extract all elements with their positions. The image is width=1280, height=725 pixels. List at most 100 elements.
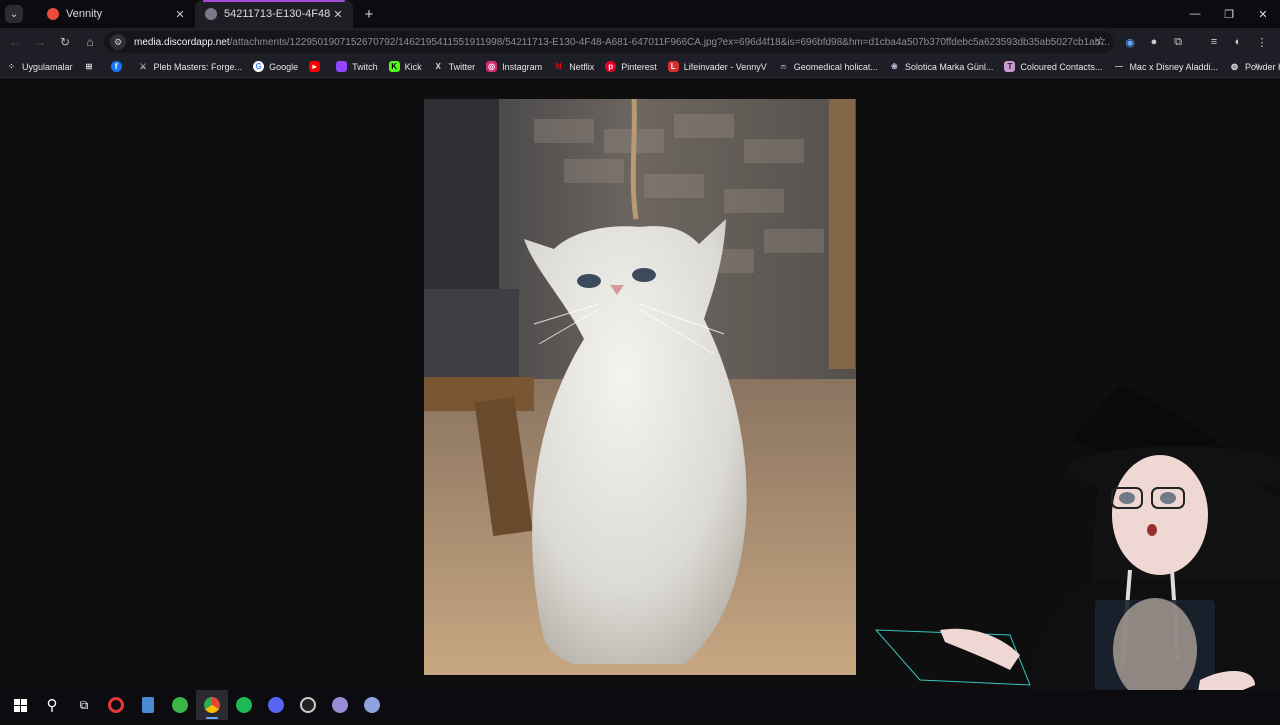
bookmark-pinterest[interactable]: p Pinterest bbox=[605, 61, 657, 72]
sword-icon: ⚔ bbox=[139, 62, 147, 71]
x-icon: X bbox=[435, 62, 441, 71]
twitch-icon bbox=[336, 61, 348, 72]
tab-strip: ⌄ Vennity ✕ 54211713-E130-4F48-A681-64 ✕… bbox=[0, 0, 1280, 28]
search-icon: ⚲ bbox=[46, 697, 58, 714]
minimize-button[interactable]: — bbox=[1178, 0, 1212, 28]
facebook-icon: f bbox=[110, 61, 122, 72]
bookmark-twitter[interactable]: X Twitter bbox=[433, 61, 475, 72]
google-icon: G bbox=[253, 61, 265, 72]
bookmark-youtube[interactable]: ▸ bbox=[309, 61, 325, 72]
task-view-icon: ⧉ bbox=[79, 697, 89, 712]
reload-button[interactable]: ↻ bbox=[53, 30, 77, 54]
bookmark-coloured-contacts[interactable]: T Coloured Contacts... bbox=[1004, 61, 1102, 72]
url-host: media.discordapp.net bbox=[134, 36, 230, 48]
address-bar[interactable]: ⚙ media.discordapp.net /attachments/1229… bbox=[104, 31, 1114, 53]
start-button[interactable] bbox=[4, 690, 36, 720]
grid-icon: ⊞ bbox=[85, 62, 93, 71]
tab-image[interactable]: 54211713-E130-4F48-A681-64 ✕ bbox=[195, 0, 353, 28]
globe-favicon-icon bbox=[205, 8, 217, 20]
toolbar-divider bbox=[1190, 32, 1202, 52]
taskbar-settings[interactable] bbox=[356, 690, 388, 720]
media-control-icon[interactable]: ◉ bbox=[1118, 32, 1142, 52]
bookmark-star-icon[interactable]: ☆ bbox=[1095, 34, 1106, 48]
netflix-icon: N bbox=[555, 62, 562, 71]
site-info-icon[interactable]: ⚙ bbox=[110, 34, 126, 50]
tab-vennity[interactable]: Vennity ✕ bbox=[37, 0, 195, 28]
tab-close-icon[interactable]: ✕ bbox=[331, 8, 345, 21]
extensions-area: ◉ ● ⧉ ≡ ◐ ⋮ bbox=[1118, 32, 1274, 52]
taskbar-app[interactable] bbox=[324, 690, 356, 720]
geomedical-icon: ෆ bbox=[780, 61, 786, 71]
profile-circle-icon[interactable]: ● bbox=[1142, 32, 1166, 52]
bookmark-grid[interactable]: ⊞ bbox=[84, 61, 100, 72]
discord-icon bbox=[268, 697, 284, 713]
bookmarks-bar: ⁘ Uygulamalar ⊞ f ⚔ Pleb Masters: Forge..… bbox=[0, 56, 1280, 78]
app-icon bbox=[332, 697, 348, 713]
reading-list-icon[interactable]: ≡ bbox=[1202, 32, 1226, 52]
tab-search-button[interactable]: ⌄ bbox=[5, 5, 23, 23]
taskbar-obs[interactable] bbox=[292, 690, 324, 720]
window-controls: — ❐ ✕ bbox=[1178, 0, 1280, 28]
bookmark-solotica[interactable]: ❀ Solotica Marka Günl... bbox=[889, 61, 993, 72]
close-window-button[interactable]: ✕ bbox=[1246, 0, 1280, 28]
browser-toolbar: ← → ↻ ⌂ ⚙ media.discordapp.net /attachme… bbox=[0, 28, 1280, 56]
bookmarks-overflow-icon[interactable]: » bbox=[1254, 60, 1260, 71]
solotica-icon: ❀ bbox=[890, 62, 898, 71]
taskbar-xbox[interactable] bbox=[164, 690, 196, 720]
restore-button[interactable]: ❐ bbox=[1212, 0, 1246, 28]
task-view-button[interactable]: ⧉ bbox=[68, 690, 100, 720]
bookmark-apps[interactable]: ⁘ Uygulamalar bbox=[6, 61, 72, 72]
apps-grid-icon: ⁘ bbox=[8, 62, 15, 71]
bookmark-facebook[interactable]: f bbox=[110, 61, 127, 72]
avatar-illustration bbox=[874, 385, 1280, 720]
taskbar-calculator[interactable] bbox=[132, 690, 164, 720]
ring-app-icon bbox=[108, 697, 124, 713]
bookmark-netflix[interactable]: N Netflix bbox=[553, 61, 594, 72]
instagram-icon: ◎ bbox=[486, 61, 498, 72]
xbox-icon bbox=[172, 697, 188, 713]
bookmark-geomedical[interactable]: ෆ Geomedical holicat... bbox=[778, 61, 878, 72]
taskbar-ring-app[interactable] bbox=[100, 690, 132, 720]
vennity-favicon-icon bbox=[47, 8, 59, 20]
youtube-icon: ▸ bbox=[309, 61, 321, 72]
bookmark-kick[interactable]: K Kick bbox=[388, 61, 422, 72]
new-tab-button[interactable]: + bbox=[357, 6, 381, 23]
tab-title: Vennity bbox=[66, 8, 103, 20]
contacts-icon: T bbox=[1004, 61, 1016, 72]
taskbar-discord[interactable] bbox=[260, 690, 292, 720]
chevron-down-icon: ⌄ bbox=[9, 8, 19, 20]
windows-taskbar: ⚲ ⧉ bbox=[0, 690, 1280, 720]
calculator-icon bbox=[142, 697, 154, 713]
bookmark-lifeinvader[interactable]: L Lifeinvader - VennyV bbox=[667, 61, 767, 72]
kick-icon: K bbox=[388, 61, 400, 72]
url-path: /attachments/1229501907152670792/1462195… bbox=[229, 36, 1114, 48]
windows-start-icon bbox=[13, 698, 27, 712]
extensions-puzzle-icon[interactable]: ⧉ bbox=[1166, 32, 1190, 52]
taskbar-spotify[interactable] bbox=[228, 690, 260, 720]
cat-image bbox=[424, 99, 856, 675]
pinterest-icon: p bbox=[605, 61, 617, 72]
home-button[interactable]: ⌂ bbox=[78, 30, 102, 54]
lifeinvader-icon: L bbox=[667, 61, 679, 72]
cat-photo[interactable] bbox=[424, 99, 856, 675]
search-button[interactable]: ⚲ bbox=[36, 690, 68, 720]
bookmark-mac-disney[interactable]: — Mac x Disney Aladdi... bbox=[1113, 61, 1218, 72]
menu-dots-icon[interactable]: ⋮ bbox=[1250, 32, 1274, 52]
account-avatar-icon[interactable]: ◐ bbox=[1226, 32, 1250, 52]
taskbar-chrome[interactable] bbox=[196, 690, 228, 720]
tab-close-icon[interactable]: ✕ bbox=[173, 8, 187, 21]
forward-button[interactable]: → bbox=[28, 30, 52, 54]
vtuber-avatar-overlay bbox=[860, 380, 1280, 720]
spotify-icon bbox=[236, 697, 252, 713]
chrome-icon bbox=[204, 697, 220, 713]
mac-icon: — bbox=[1114, 62, 1123, 71]
globe-icon: ◍ bbox=[1230, 62, 1238, 71]
settings-gear-icon bbox=[364, 697, 380, 713]
obs-icon bbox=[300, 697, 316, 713]
bookmark-pleb-masters[interactable]: ⚔ Pleb Masters: Forge... bbox=[138, 61, 242, 72]
tab-title: 54211713-E130-4F48-A681-64 bbox=[224, 8, 331, 20]
bookmark-google[interactable]: G Google bbox=[253, 61, 298, 72]
bookmark-twitch[interactable]: Twitch bbox=[336, 61, 378, 72]
bookmark-instagram[interactable]: ◎ Instagram bbox=[486, 61, 542, 72]
back-button[interactable]: ← bbox=[3, 30, 27, 54]
